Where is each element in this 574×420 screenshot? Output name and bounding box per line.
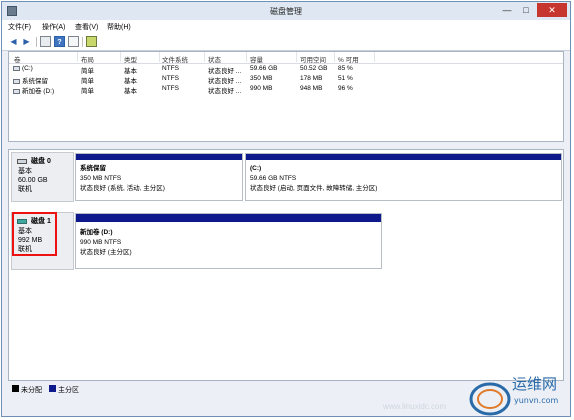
watermark-text: 运维网 — [512, 375, 558, 393]
disk-name: 磁盘 0 — [31, 158, 51, 165]
partition-name: (C:) — [250, 165, 262, 172]
column-type[interactable]: 类型 — [124, 54, 137, 64]
primary-partition-bar — [246, 154, 561, 160]
disk-graphical-view: 磁盘 0 基本 60.00 GB 联机 系统保留 350 MB NTFS 状态良… — [8, 149, 564, 381]
disk-size: 60.00 GB — [18, 177, 48, 184]
volume-name: (C:) — [22, 65, 33, 72]
free-space-cell: 50.52 GB — [300, 65, 328, 72]
unallocated-swatch — [12, 385, 19, 392]
column-free-space[interactable]: 可用空间 — [300, 54, 326, 64]
disk-icon[interactable] — [86, 36, 97, 47]
volume-icon — [13, 89, 20, 94]
partition-c[interactable]: (C:) 59.66 GB NTFS 状态良好 (启动, 页面文件, 故障转储,… — [245, 153, 562, 201]
column-divider — [374, 52, 375, 62]
partition-size: 990 MB NTFS — [80, 239, 122, 246]
forward-icon[interactable]: ▶ — [21, 36, 32, 47]
column-divider — [120, 52, 121, 62]
percent-free-cell: 96 % — [338, 85, 353, 92]
free-space-cell: 178 MB — [300, 75, 323, 82]
disk-1-highlight-box — [12, 212, 57, 256]
volume-name-cell: 新加卷 (D:) — [13, 85, 54, 95]
volume-list-header: 卷 布局 类型 文件系统 状态 容量 可用空间 % 可用 — [9, 52, 563, 64]
primary-partition-bar — [76, 154, 242, 160]
disk-status: 联机 — [18, 186, 32, 193]
partition-size: 59.66 GB NTFS — [250, 175, 297, 182]
partition-status: 状态良好 (启动, 页面文件, 故障转储, 主分区) — [250, 185, 378, 192]
disk-icon — [17, 159, 27, 164]
partition-system-reserved[interactable]: 系统保留 350 MB NTFS 状态良好 (系统, 活动, 主分区) — [75, 153, 243, 201]
menu-view[interactable]: 查看(V) — [75, 22, 98, 32]
column-status[interactable]: 状态 — [208, 54, 221, 64]
volume-row-system-reserved[interactable]: 系统保留 简单 基本 NTFS 状态良好 ... 350 MB 178 MB 5… — [9, 74, 563, 85]
percent-free-cell: 85 % — [338, 65, 353, 72]
capacity-cell: 59.66 GB — [250, 65, 278, 72]
status-cell: 状态良好 ... — [208, 88, 242, 95]
column-filesystem[interactable]: 文件系统 — [162, 54, 188, 64]
menu-action[interactable]: 操作(A) — [42, 22, 65, 32]
volume-name: 新加卷 (D:) — [22, 88, 55, 95]
partition-size: 350 MB NTFS — [80, 175, 122, 182]
filesystem-cell: NTFS — [162, 65, 179, 72]
layout-cell: 简单 — [81, 88, 94, 95]
disk-0-label[interactable]: 磁盘 0 基本 60.00 GB 联机 — [11, 152, 74, 202]
minimize-button[interactable]: — — [498, 3, 516, 17]
watermark-swirl-icon — [469, 382, 511, 416]
column-percent-free[interactable]: % 可用 — [338, 54, 359, 64]
back-icon[interactable]: ◀ — [8, 36, 19, 47]
watermark-url: yunvn.com — [514, 396, 559, 405]
filesystem-cell: NTFS — [162, 85, 179, 92]
volume-name-cell: (C:) — [13, 65, 33, 72]
free-space-cell: 948 MB — [300, 85, 323, 92]
toolbar: ◀ ▶ ? — [2, 34, 570, 51]
partition-name: 新加卷 (D:) — [80, 229, 113, 236]
watermark-faint-url: www.linuxidc.com — [383, 402, 447, 411]
partition-name: 系统保留 — [80, 165, 106, 172]
partition-status: 状态良好 (主分区) — [80, 249, 132, 256]
column-divider — [77, 52, 78, 62]
legend-unallocated: 未分配 — [21, 387, 42, 394]
volume-row-c[interactable]: (C:) 简单 基本 NTFS 状态良好 ... 59.66 GB 50.52 … — [9, 64, 563, 75]
disk-type: 基本 — [18, 168, 32, 175]
menu-file[interactable]: 文件(F) — [8, 22, 31, 32]
column-divider — [334, 52, 335, 62]
partition-d[interactable]: 新加卷 (D:) 990 MB NTFS 状态良好 (主分区) — [75, 213, 382, 269]
list-view-icon[interactable] — [68, 36, 79, 47]
column-divider — [159, 52, 160, 62]
column-volume[interactable]: 卷 — [14, 54, 21, 64]
partition-status: 状态良好 (系统, 活动, 主分区) — [80, 185, 165, 192]
capacity-cell: 350 MB — [250, 75, 273, 82]
column-divider — [246, 52, 247, 62]
window-title: 磁盘管理 — [270, 7, 302, 16]
volume-row-d[interactable]: 新加卷 (D:) 简单 基本 NTFS 状态良好 ... 990 MB 948 … — [9, 84, 563, 95]
volume-icon — [13, 66, 20, 71]
column-capacity[interactable]: 容量 — [250, 54, 263, 64]
toolbar-separator — [82, 37, 83, 47]
type-cell: 基本 — [124, 88, 137, 95]
title-bar[interactable]: 磁盘管理 — □ ✕ — [2, 2, 570, 20]
primary-partition-bar — [76, 214, 381, 222]
column-layout[interactable]: 布局 — [81, 54, 94, 64]
menu-help[interactable]: 帮助(H) — [107, 22, 131, 32]
menu-bar: 文件(F) 操作(A) 查看(V) 帮助(H) — [2, 20, 570, 35]
capacity-cell: 990 MB — [250, 85, 273, 92]
primary-partition-swatch — [49, 385, 56, 392]
column-divider — [204, 52, 205, 62]
column-divider — [296, 52, 297, 62]
legend-primary: 主分区 — [58, 387, 79, 394]
toolbar-separator — [36, 37, 37, 47]
close-button[interactable]: ✕ — [537, 3, 567, 17]
maximize-button[interactable]: □ — [517, 3, 535, 17]
properties-icon[interactable] — [40, 36, 51, 47]
percent-free-cell: 51 % — [338, 75, 353, 82]
filesystem-cell: NTFS — [162, 75, 179, 82]
volume-list: 卷 布局 类型 文件系统 状态 容量 可用空间 % 可用 (C:) 简单 基本 … — [8, 51, 564, 142]
disk-management-window: 磁盘管理 — □ ✕ 文件(F) 操作(A) 查看(V) 帮助(H) ◀ ▶ ?… — [1, 1, 571, 417]
help-icon[interactable]: ? — [54, 36, 65, 47]
watermark-logo: 运维网 yunvn.com — [465, 373, 573, 418]
